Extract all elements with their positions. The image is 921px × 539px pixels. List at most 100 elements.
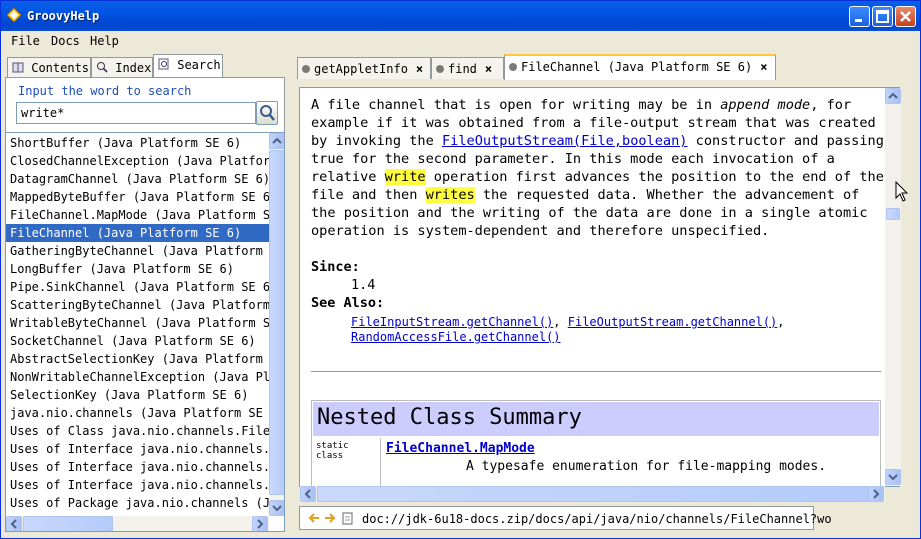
nested-description: A typesafe enumeration for file-mapping …: [466, 459, 827, 474]
search-icon: [260, 105, 275, 121]
doc-scroll-right-button[interactable]: [868, 486, 884, 502]
results-hscroll-thumb[interactable]: [23, 516, 113, 531]
doc-scroll-thumb[interactable]: [886, 208, 900, 220]
doc-tab-getappletinfo[interactable]: getAppletInfo ×: [297, 57, 431, 79]
result-item[interactable]: Uses of Interface java.nio.channels.R: [10, 458, 270, 476]
forward-arrow-icon[interactable]: [324, 512, 336, 524]
result-item[interactable]: Uses of Interface java.nio.channels.C: [10, 440, 270, 458]
doc-hscrollbar[interactable]: [300, 486, 885, 502]
mapmode-link[interactable]: FileChannel.MapMode: [386, 441, 535, 456]
close-button[interactable]: [895, 6, 916, 27]
result-item[interactable]: NonWritableChannelException (Java Pla: [10, 368, 270, 386]
result-item[interactable]: WritableByteChannel (Java Platform SE: [10, 314, 270, 332]
arrow-right-icon: [257, 519, 264, 529]
result-item[interactable]: ClosedChannelException (Java Platform: [10, 152, 270, 170]
results-scroll-thumb[interactable]: [269, 150, 284, 495]
tab-close-icon[interactable]: ×: [416, 62, 423, 76]
result-item[interactable]: SelectionKey (Java Platform SE 6): [10, 386, 270, 404]
maximize-button[interactable]: [872, 6, 893, 27]
result-item[interactable]: SocketChannel (Java Platform SE 6): [10, 332, 270, 350]
doc-tab-label: FileChannel (Java Platform SE 6): [521, 60, 753, 74]
result-item[interactable]: LongBuffer (Java Platform SE 6): [10, 260, 270, 278]
tab-contents[interactable]: Contents: [7, 57, 91, 78]
doc-hscroll-thumb[interactable]: [317, 486, 877, 502]
doc-tab-find[interactable]: find ×: [431, 57, 504, 79]
magnifier-icon: [97, 62, 108, 73]
search-highlight: writes: [425, 187, 475, 203]
title-bar[interactable]: GroovyHelp: [1, 1, 920, 31]
search-input[interactable]: write*: [16, 102, 256, 124]
fileoutputstream-link[interactable]: FileOutputStream(File,boolean): [442, 133, 688, 149]
window-title: GroovyHelp: [27, 9, 100, 23]
scroll-down-button[interactable]: [269, 500, 284, 516]
results-hscrollbar[interactable]: [6, 516, 269, 531]
tab-close-icon[interactable]: ×: [485, 62, 492, 76]
right-panel: getAppletInfo × find × FileChannel (Java P…: [293, 54, 916, 533]
doc-tab-label: getAppletInfo: [314, 62, 408, 76]
search-results-list: Uses of Package java.nio.channels (Ja Use…: [5, 132, 285, 532]
menu-file[interactable]: File: [11, 34, 40, 48]
nested-modifier: static class: [313, 438, 381, 486]
since-value: 1.4: [351, 277, 376, 293]
doc-text: A file channel that is open for writing …: [311, 97, 721, 113]
doc-scroll-up-button[interactable]: [885, 88, 901, 104]
doc-paragraph: A file channel that is open for writing …: [311, 96, 891, 240]
tab-search-label: Search: [177, 58, 221, 72]
tab-search[interactable]: Search: [153, 54, 223, 78]
scroll-left-button[interactable]: [6, 516, 22, 531]
doc-emphasis: append mode: [720, 97, 811, 113]
tab-dot-icon: [302, 65, 310, 73]
search-box-area: Input the word to search write*: [5, 77, 285, 133]
address-bar: doc://jdk-6u18-docs.zip/docs/api/java/ni…: [299, 506, 832, 530]
search-page-icon: [158, 58, 169, 70]
see-also-link[interactable]: RandomAccessFile.getChannel(): [351, 330, 561, 344]
result-item[interactable]: AbstractSelectionKey (Java Platform S: [10, 350, 270, 368]
close-icon: [900, 11, 911, 22]
page-icon: [342, 512, 353, 525]
see-also-link[interactable]: FileOutputStream.getChannel(): [568, 315, 778, 329]
tab-index-label: Index: [115, 61, 152, 75]
doc-content: A file channel that is open for writing …: [299, 87, 900, 487]
back-arrow-icon[interactable]: [308, 512, 320, 524]
minimize-icon: [855, 19, 862, 22]
result-item[interactable]: FileChannel (Java Platform SE 6): [6, 224, 270, 242]
result-item[interactable]: FileChannel.MapMode (Java Platform SE: [10, 206, 270, 224]
result-item[interactable]: ScatteringByteChannel (Java Platform: [10, 296, 270, 314]
address-text[interactable]: doc://jdk-6u18-docs.zip/docs/api/java/ni…: [362, 512, 832, 526]
result-item[interactable]: java.nio.channels (Java Platform SE 6: [10, 404, 270, 422]
app-window: GroovyHelp File Docs Help Contents Index: [0, 0, 921, 539]
doc-scroll-left-button[interactable]: [300, 486, 316, 502]
result-item[interactable]: Pipe.SinkChannel (Java Platform SE 6): [10, 278, 270, 296]
arrow-left-icon: [304, 489, 311, 499]
groovy-star-icon: [7, 8, 21, 22]
result-item[interactable]: GatheringByteChannel (Java Platform S: [10, 242, 270, 260]
doc-vscrollbar[interactable]: [885, 88, 901, 486]
result-item[interactable]: DatagramChannel (Java Platform SE 6): [10, 170, 270, 188]
result-item[interactable]: MappedByteBuffer (Java Platform SE 6): [10, 188, 270, 206]
result-item[interactable]: Uses of Package java.nio.channels (Ja: [10, 494, 270, 512]
doc-tab-label: find: [448, 62, 477, 76]
arrow-up-icon: [888, 92, 898, 99]
result-item[interactable]: Uses of Interface java.nio.channels.W: [10, 476, 270, 494]
tab-dot-icon: [509, 63, 517, 71]
maximize-icon: [876, 10, 889, 23]
since-label: Since:: [311, 259, 360, 275]
scroll-right-button[interactable]: [252, 516, 268, 531]
result-item[interactable]: Uses of Class java.nio.channels.FileC: [10, 422, 270, 440]
menu-bar: File Docs Help: [1, 31, 920, 51]
menu-help[interactable]: Help: [90, 34, 119, 48]
search-highlight: write: [384, 169, 426, 185]
see-also-label: See Also:: [311, 295, 385, 311]
minimize-button[interactable]: [849, 6, 870, 27]
results-vscrollbar[interactable]: [269, 133, 284, 516]
tab-dot-icon: [436, 65, 444, 73]
menu-docs[interactable]: Docs: [51, 34, 80, 48]
tab-index[interactable]: Index: [91, 57, 153, 78]
see-also-link[interactable]: FileInputStream.getChannel(): [351, 315, 553, 329]
doc-tab-filechannel[interactable]: FileChannel (Java Platform SE 6) ×: [504, 54, 776, 80]
search-button[interactable]: [256, 101, 278, 125]
result-item[interactable]: ShortBuffer (Java Platform SE 6): [10, 134, 270, 152]
tab-close-icon[interactable]: ×: [760, 60, 767, 74]
scroll-up-button[interactable]: [269, 133, 284, 149]
doc-scroll-down-button[interactable]: [885, 469, 901, 485]
